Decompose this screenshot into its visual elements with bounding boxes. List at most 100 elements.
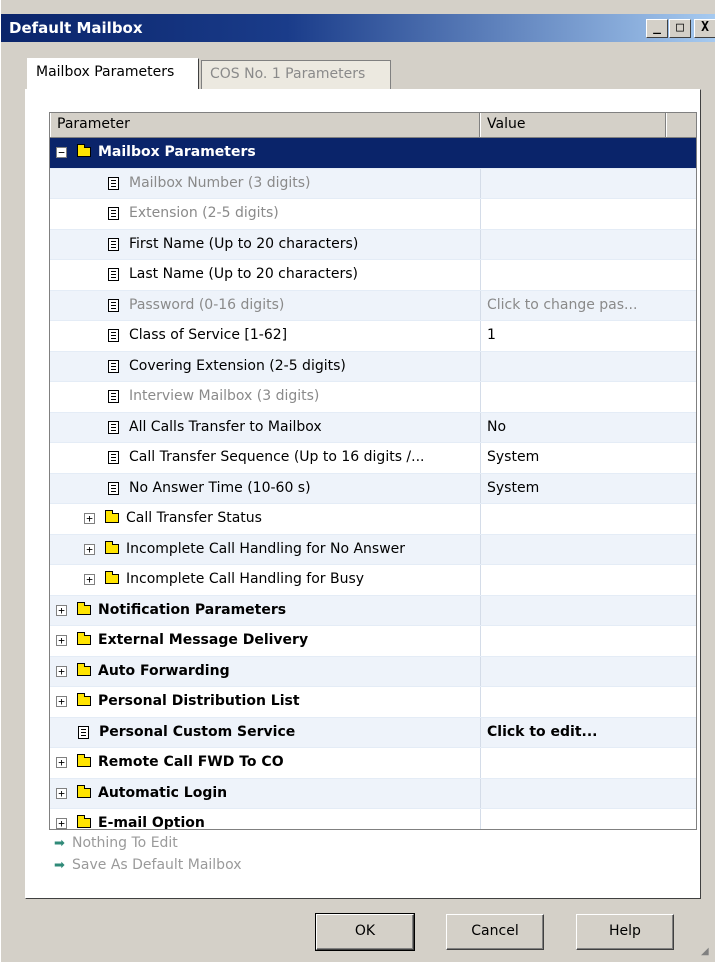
parameter-cell: Class of Service [1-62] — [50, 321, 481, 351]
expand-icon[interactable]: + — [56, 665, 67, 677]
column-header-filler — [666, 113, 696, 137]
parameter-label: Class of Service [1-62] — [129, 327, 288, 343]
column-header-value[interactable]: Value — [480, 113, 666, 137]
folder-icon — [77, 632, 91, 645]
action-nothing-to-edit: ➡ Nothing To Edit — [54, 835, 241, 857]
value-cell[interactable]: Click to change pas... — [487, 297, 665, 313]
tree-row-e-mail-option[interactable]: + E-mail Option — [50, 809, 696, 829]
folder-icon — [77, 784, 91, 798]
collapse-icon[interactable]: − — [56, 147, 67, 158]
tree-row-notification-parameters[interactable]: + Notification Parameters — [50, 595, 696, 626]
tree-row-incomplete-call-handling-for-no-answer[interactable]: + Incomplete Call Handling for No Answer — [50, 534, 696, 565]
action-label: Nothing To Edit — [72, 835, 178, 851]
minimize-button[interactable]: _ — [646, 19, 668, 38]
expand-icon[interactable]: + — [84, 543, 95, 555]
document-icon — [108, 451, 119, 464]
document-icon — [78, 725, 89, 739]
folder-icon — [105, 540, 119, 554]
parameter-label: Call Transfer Status — [126, 510, 262, 526]
tree-row-incomplete-call-handling-for-busy[interactable]: + Incomplete Call Handling for Busy — [50, 565, 696, 596]
tree-row-call-transfer-status[interactable]: + Call Transfer Status — [50, 504, 696, 535]
window-title: Default Mailbox — [9, 19, 143, 37]
tree-row-all-calls-transfer-to-mailbox[interactable]: All Calls Transfer to Mailbox No — [50, 412, 696, 443]
tree-row-remote-call-fwd-to-co[interactable]: + Remote Call FWD To CO — [50, 748, 696, 779]
parameter-label: All Calls Transfer to Mailbox — [129, 418, 322, 435]
value-cell[interactable]: 1 — [487, 327, 665, 343]
value-cell[interactable]: System — [487, 449, 665, 465]
arrow-right-icon: ➡ — [54, 836, 65, 851]
tree-row-personal-distribution-list[interactable]: + Personal Distribution List — [50, 687, 696, 718]
expand-icon[interactable]: + — [56, 818, 67, 829]
tree-row-auto-forwarding[interactable]: + Auto Forwarding — [50, 656, 696, 687]
tree-row-last-name-up-to-20-characters[interactable]: Last Name (Up to 20 characters) — [50, 260, 696, 291]
parameter-label: Last Name (Up to 20 characters) — [129, 266, 358, 282]
document-icon — [108, 298, 119, 312]
maximize-button[interactable]: □ — [669, 19, 691, 38]
parameter-cell: Call Transfer Sequence (Up to 16 digits … — [50, 443, 481, 473]
expand-icon[interactable]: + — [56, 635, 67, 646]
tree-row-external-message-delivery[interactable]: + External Message Delivery — [50, 626, 696, 657]
expand-icon[interactable]: + — [56, 757, 67, 768]
tree-row-mailbox-number-3-digits[interactable]: Mailbox Number (3 digits) — [50, 168, 696, 199]
parameter-label: Extension (2-5 digits) — [129, 205, 279, 221]
folder-icon — [77, 815, 91, 828]
tab-panel: Parameter Value − Mailbox Parameters Mailb… — [25, 89, 701, 899]
folder-icon — [77, 144, 91, 157]
tree-row-mailbox-parameters[interactable]: − Mailbox Parameters — [50, 138, 696, 169]
resize-grip-icon[interactable]: ◢ — [701, 946, 709, 957]
parameter-label: Personal Custom Service — [99, 723, 296, 740]
parameter-label: Covering Extension (2-5 digits) — [129, 357, 346, 374]
value-cell[interactable]: Click to edit... — [487, 724, 665, 740]
parameter-cell: + Automatic Login — [50, 778, 481, 808]
parameter-cell: All Calls Transfer to Mailbox — [50, 412, 481, 442]
expand-icon[interactable]: + — [56, 696, 67, 707]
tab-mailbox-parameters[interactable]: Mailbox Parameters — [27, 58, 199, 89]
tree-row-password-0-16-digits[interactable]: Password (0-16 digits) Click to change pa… — [50, 290, 696, 321]
document-icon — [108, 329, 119, 342]
tab-cos-parameters[interactable]: COS No. 1 Parameters — [201, 60, 391, 89]
parameter-label: Mailbox Number (3 digits) — [129, 174, 311, 191]
tree-row-automatic-login[interactable]: + Automatic Login — [50, 778, 696, 809]
parameter-cell: Covering Extension (2-5 digits) — [50, 351, 481, 381]
tree-row-first-name-up-to-20-characters[interactable]: First Name (Up to 20 characters) — [50, 229, 696, 260]
title-bar[interactable]: Default Mailbox _ □ X — [1, 14, 715, 42]
parameter-cell: + Incomplete Call Handling for Busy — [50, 565, 481, 595]
close-button[interactable]: X — [694, 19, 715, 38]
value-cell[interactable]: No — [487, 419, 665, 435]
arrow-right-icon: ➡ — [54, 858, 65, 873]
parameter-cell: First Name (Up to 20 characters) — [50, 229, 481, 259]
parameter-cell: Interview Mailbox (3 digits) — [50, 382, 481, 412]
expand-icon[interactable]: + — [84, 574, 95, 585]
tree-row-class-of-service-1-62[interactable]: Class of Service [1-62] 1 — [50, 321, 696, 352]
parameter-cell: + E-mail Option — [50, 809, 481, 829]
help-button[interactable]: Help — [576, 914, 674, 950]
tree-row-interview-mailbox-3-digits[interactable]: Interview Mailbox (3 digits) — [50, 382, 696, 413]
tree-row-call-transfer-sequence-up-to-16-digits[interactable]: Call Transfer Sequence (Up to 16 digits … — [50, 443, 696, 474]
folder-icon — [105, 571, 119, 584]
tree-row-no-answer-time-10-60-s[interactable]: No Answer Time (10-60 s) System — [50, 473, 696, 504]
cancel-button[interactable]: Cancel — [446, 914, 544, 950]
parameter-label: Incomplete Call Handling for No Answer — [126, 540, 406, 557]
tree-row-extension-2-5-digits[interactable]: Extension (2-5 digits) — [50, 199, 696, 230]
folder-icon — [77, 693, 91, 706]
document-icon — [108, 481, 119, 495]
parameter-tree-grid[interactable]: Parameter Value − Mailbox Parameters Mailb… — [49, 112, 697, 830]
expand-icon[interactable]: + — [56, 787, 67, 799]
expand-icon[interactable]: + — [84, 513, 95, 524]
document-icon — [108, 268, 119, 281]
ok-button[interactable]: OK — [315, 913, 415, 951]
parameter-cell: No Answer Time (10-60 s) — [50, 473, 481, 503]
folder-icon — [77, 662, 91, 676]
expand-icon[interactable]: + — [56, 604, 67, 616]
parameter-cell: + Incomplete Call Handling for No Answer — [50, 534, 481, 564]
parameter-cell: Last Name (Up to 20 characters) — [50, 260, 481, 290]
tree-row-personal-custom-service[interactable]: Personal Custom Service Click to edit... — [50, 717, 696, 748]
parameter-label: Auto Forwarding — [98, 662, 230, 679]
action-label: Save As Default Mailbox — [72, 857, 242, 873]
folder-icon — [105, 510, 119, 523]
column-header-parameter[interactable]: Parameter — [50, 113, 480, 137]
document-icon — [108, 207, 119, 220]
value-cell[interactable]: System — [487, 480, 665, 496]
action-save-as-default: ➡ Save As Default Mailbox — [54, 857, 241, 879]
tree-row-covering-extension-2-5-digits[interactable]: Covering Extension (2-5 digits) — [50, 351, 696, 382]
